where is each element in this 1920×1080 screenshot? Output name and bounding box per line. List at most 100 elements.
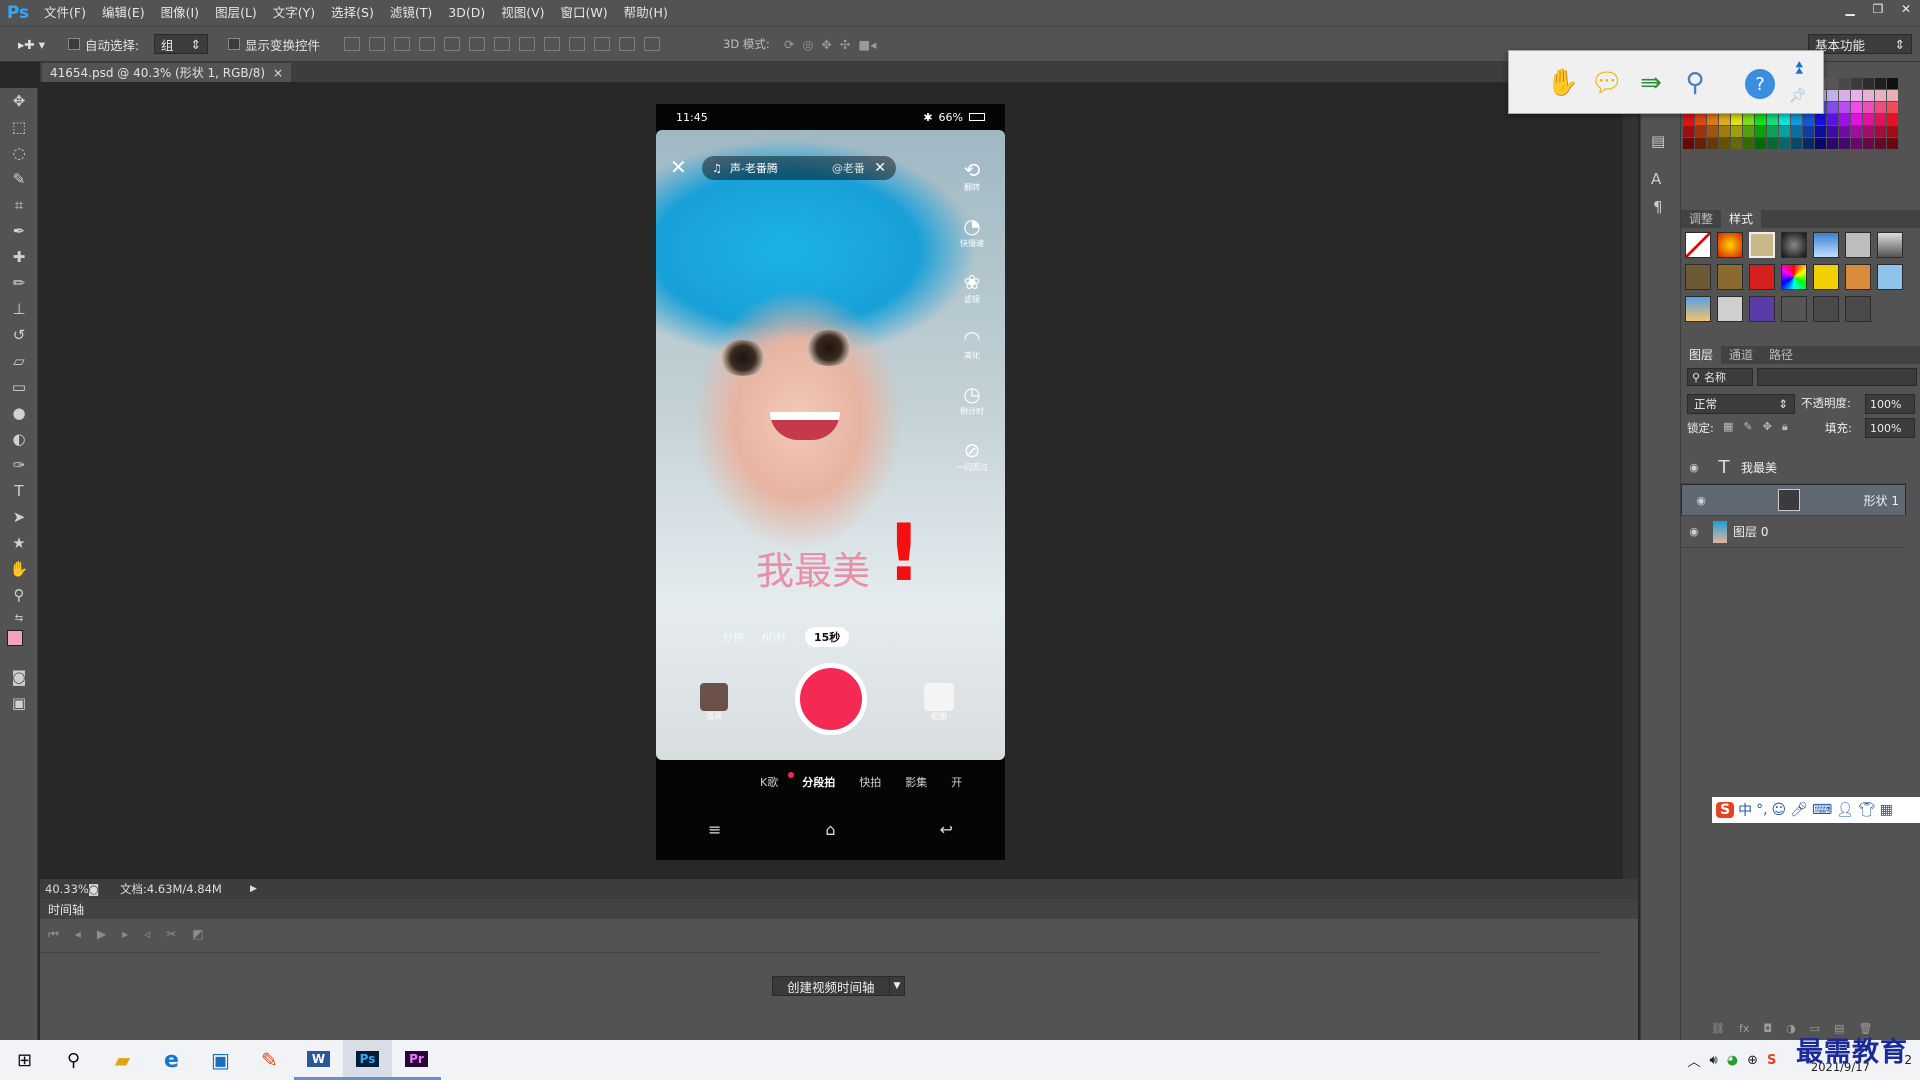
foreground-color[interactable] [7, 630, 23, 646]
side-btn-flash[interactable]: ⊘ 一闪而过 [954, 438, 990, 494]
history-brush-icon[interactable]: ↺ [0, 322, 38, 348]
grid-icon[interactable]: ▦ [1880, 802, 1893, 818]
color-swatch[interactable] [1743, 114, 1754, 125]
checkbox-box[interactable] [68, 38, 80, 50]
visibility-eye-icon[interactable]: ◉ [1681, 525, 1707, 538]
distribute-left-icon[interactable] [569, 37, 585, 51]
color-swatch[interactable] [1707, 138, 1718, 149]
distribute-right-icon[interactable] [619, 37, 635, 51]
tray-expand-icon[interactable]: ︿ [1688, 1051, 1701, 1070]
color-swatch[interactable] [1779, 138, 1790, 149]
zoom-level[interactable]: 40.33% [40, 882, 89, 896]
color-swatch[interactable] [1839, 126, 1850, 137]
color-swatch[interactable] [1731, 126, 1742, 137]
color-swatch[interactable] [1815, 126, 1826, 137]
align-bottom-icon[interactable] [394, 37, 410, 51]
color-swatch[interactable] [1683, 126, 1694, 137]
style-swatch[interactable] [1845, 264, 1871, 290]
layer-row-image[interactable]: ◉ 图层 0 [1681, 516, 1906, 548]
color-swatch[interactable] [1887, 138, 1898, 149]
color-swatch[interactable] [1827, 126, 1838, 137]
side-btn-speed[interactable]: ◔ 快慢速 [954, 214, 990, 270]
color-swatch[interactable] [1827, 90, 1838, 101]
side-btn-filter[interactable]: ❀ 滤镜 [954, 270, 990, 326]
healing-brush-icon[interactable]: ✚ [0, 244, 38, 270]
color-swatch[interactable] [1683, 138, 1694, 149]
camera-3d-icon[interactable]: ■◂ [858, 37, 876, 52]
lock-transparent-icon[interactable]: ▦ [1723, 420, 1733, 434]
record-button[interactable] [795, 663, 867, 735]
menu-window[interactable]: 窗口(W) [553, 0, 616, 26]
color-swatch[interactable] [1851, 90, 1862, 101]
home-icon[interactable]: ⌂ [825, 820, 835, 839]
close-icon[interactable]: ✕ [1892, 0, 1920, 18]
menu-help[interactable]: 帮助(H) [616, 0, 676, 26]
prev-frame-icon[interactable]: ◂ [75, 927, 81, 942]
vertical-scrollbar[interactable] [1622, 82, 1638, 879]
opacity-input[interactable]: 100% [1865, 394, 1915, 414]
mute-audio-icon[interactable]: ◃ [144, 927, 150, 942]
menu-icon[interactable]: ≡ [708, 820, 721, 839]
color-swatch[interactable] [1875, 102, 1886, 113]
color-swatch[interactable] [1803, 138, 1814, 149]
color-swatch[interactable] [1731, 138, 1742, 149]
color-swatch[interactable] [1827, 102, 1838, 113]
color-swatch[interactable] [1683, 114, 1694, 125]
zoom-search-icon[interactable]: ⚲ [1677, 65, 1713, 101]
menu-view[interactable]: 视图(V) [493, 0, 552, 26]
style-swatch[interactable] [1685, 264, 1711, 290]
mode-album[interactable]: 影集 [905, 774, 927, 790]
style-swatch[interactable] [1877, 264, 1903, 290]
style-swatch[interactable] [1845, 296, 1871, 322]
status-menu-arrow-icon[interactable]: ▶ [250, 884, 257, 894]
color-swatch[interactable] [1767, 114, 1778, 125]
gradient-tool-icon[interactable]: ▭ [0, 374, 38, 400]
volume-icon[interactable]: 🔊︎ [1710, 1053, 1718, 1068]
color-swatch[interactable] [1839, 138, 1850, 149]
style-swatch[interactable] [1813, 232, 1839, 258]
mode-live[interactable]: 开 [951, 774, 962, 790]
hand-icon[interactable]: ✋ [1545, 65, 1581, 101]
paint-app-icon[interactable]: ✎ [245, 1040, 294, 1080]
user-icon[interactable]: 👤︎ [1836, 802, 1854, 818]
back-icon[interactable]: ↩ [940, 820, 953, 839]
fx-icon[interactable]: fx [1739, 1022, 1749, 1035]
ime-language[interactable]: 中 [1738, 800, 1752, 820]
duration-option[interactable]: 分钟 [722, 629, 744, 645]
pen-tool-icon[interactable]: ✑ [0, 452, 38, 478]
skin-icon[interactable]: 👕︎ [1858, 802, 1876, 818]
style-swatch[interactable] [1813, 264, 1839, 290]
quick-select-tool-icon[interactable]: ✎ [0, 166, 38, 192]
color-swatch[interactable] [1851, 78, 1862, 89]
sogou-tray-icon[interactable]: S [1767, 1053, 1776, 1068]
adjustment-layer-icon[interactable]: ◑ [1786, 1022, 1796, 1035]
layer-filter-input[interactable] [1757, 368, 1917, 386]
tab-channels[interactable]: 通道 [1721, 346, 1761, 364]
color-swatch[interactable] [1839, 78, 1850, 89]
pin-icon[interactable]: 📌︎ [1783, 81, 1813, 111]
checkbox-box[interactable] [228, 38, 240, 50]
help-icon[interactable]: ? [1745, 69, 1775, 99]
color-swatch[interactable] [1875, 78, 1886, 89]
mode-segmented[interactable]: 分段拍 [802, 774, 835, 790]
blur-tool-icon[interactable]: ● [0, 400, 38, 426]
align-right-icon[interactable] [469, 37, 485, 51]
align-vcenter-icon[interactable] [369, 37, 385, 51]
color-swatch[interactable] [1887, 102, 1898, 113]
color-swatch[interactable] [1791, 138, 1802, 149]
visibility-eye-icon[interactable]: ◉ [1688, 494, 1714, 507]
layer-row-shape[interactable]: ◉ 形状 1 [1681, 484, 1906, 516]
lock-position-icon[interactable]: ✥ [1763, 420, 1772, 434]
style-swatch[interactable] [1749, 232, 1775, 258]
transition-icon[interactable]: ◩ [192, 927, 203, 942]
close-tab-icon[interactable]: × [273, 66, 283, 80]
color-swatch[interactable] [1767, 126, 1778, 137]
color-swatch[interactable] [1863, 114, 1874, 125]
phone-screenshot-canvas[interactable]: 11:45 ✱ 66% ✕ ♫ 声-老番腾 @老番 ✕ ⟲ 翻转 ◔ 快慢速 ❀ 滤镜… [656, 104, 1005, 860]
mode-karaoke[interactable]: K歌 [760, 774, 778, 790]
timeline-mode-dropdown-icon[interactable]: ▼ [889, 976, 905, 996]
auto-select-checkbox[interactable]: 自动选择: [68, 27, 139, 61]
auto-select-dropdown[interactable]: 组 ⇕ [154, 34, 208, 54]
edge-browser-icon[interactable]: e [147, 1040, 196, 1080]
distribute-top-icon[interactable] [494, 37, 510, 51]
